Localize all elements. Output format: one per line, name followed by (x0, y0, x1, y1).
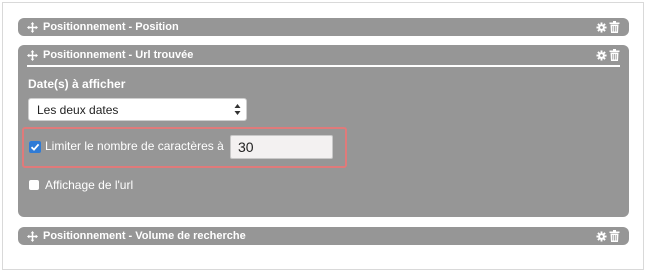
panel-position-header[interactable]: Positionnement - Position (18, 18, 629, 36)
panel-url-trouvee-header[interactable]: Positionnement - Url trouvée (18, 45, 629, 65)
show-url-checkbox[interactable] (29, 180, 39, 190)
panel-volume-header[interactable]: Positionnement - Volume de recherche (18, 227, 629, 245)
panel-title: Positionnement - Position (43, 21, 179, 33)
limit-characters-label[interactable]: Limiter le nombre de caractères à (45, 139, 224, 153)
panel-url-trouvee: Positionnement - Url trouvée Date(s) à a… (18, 45, 629, 217)
select-value: Les deux dates (37, 102, 119, 117)
move-arrows-icon[interactable] (27, 21, 38, 33)
move-arrows-icon[interactable] (27, 49, 38, 61)
header-divider (27, 65, 620, 67)
panel-title: Positionnement - Url trouvée (43, 49, 194, 61)
character-limit-value: 30 (238, 139, 254, 155)
character-limit-input[interactable]: 30 (230, 135, 333, 159)
trash-icon[interactable] (609, 230, 620, 242)
gear-icon[interactable] (596, 21, 607, 33)
show-url-label[interactable]: Affichage de l'url (45, 178, 133, 192)
trash-icon[interactable] (609, 21, 620, 33)
move-arrows-icon[interactable] (27, 230, 38, 242)
dates-section-label: Date(s) à afficher (28, 77, 126, 91)
gear-icon[interactable] (596, 230, 607, 242)
limit-characters-checkbox[interactable] (29, 141, 41, 153)
gear-icon[interactable] (596, 49, 607, 61)
trash-icon[interactable] (609, 49, 620, 61)
panel-title: Positionnement - Volume de recherche (43, 230, 246, 242)
date-display-select[interactable]: Les deux dates (28, 98, 247, 121)
select-arrows-icon (234, 103, 241, 116)
